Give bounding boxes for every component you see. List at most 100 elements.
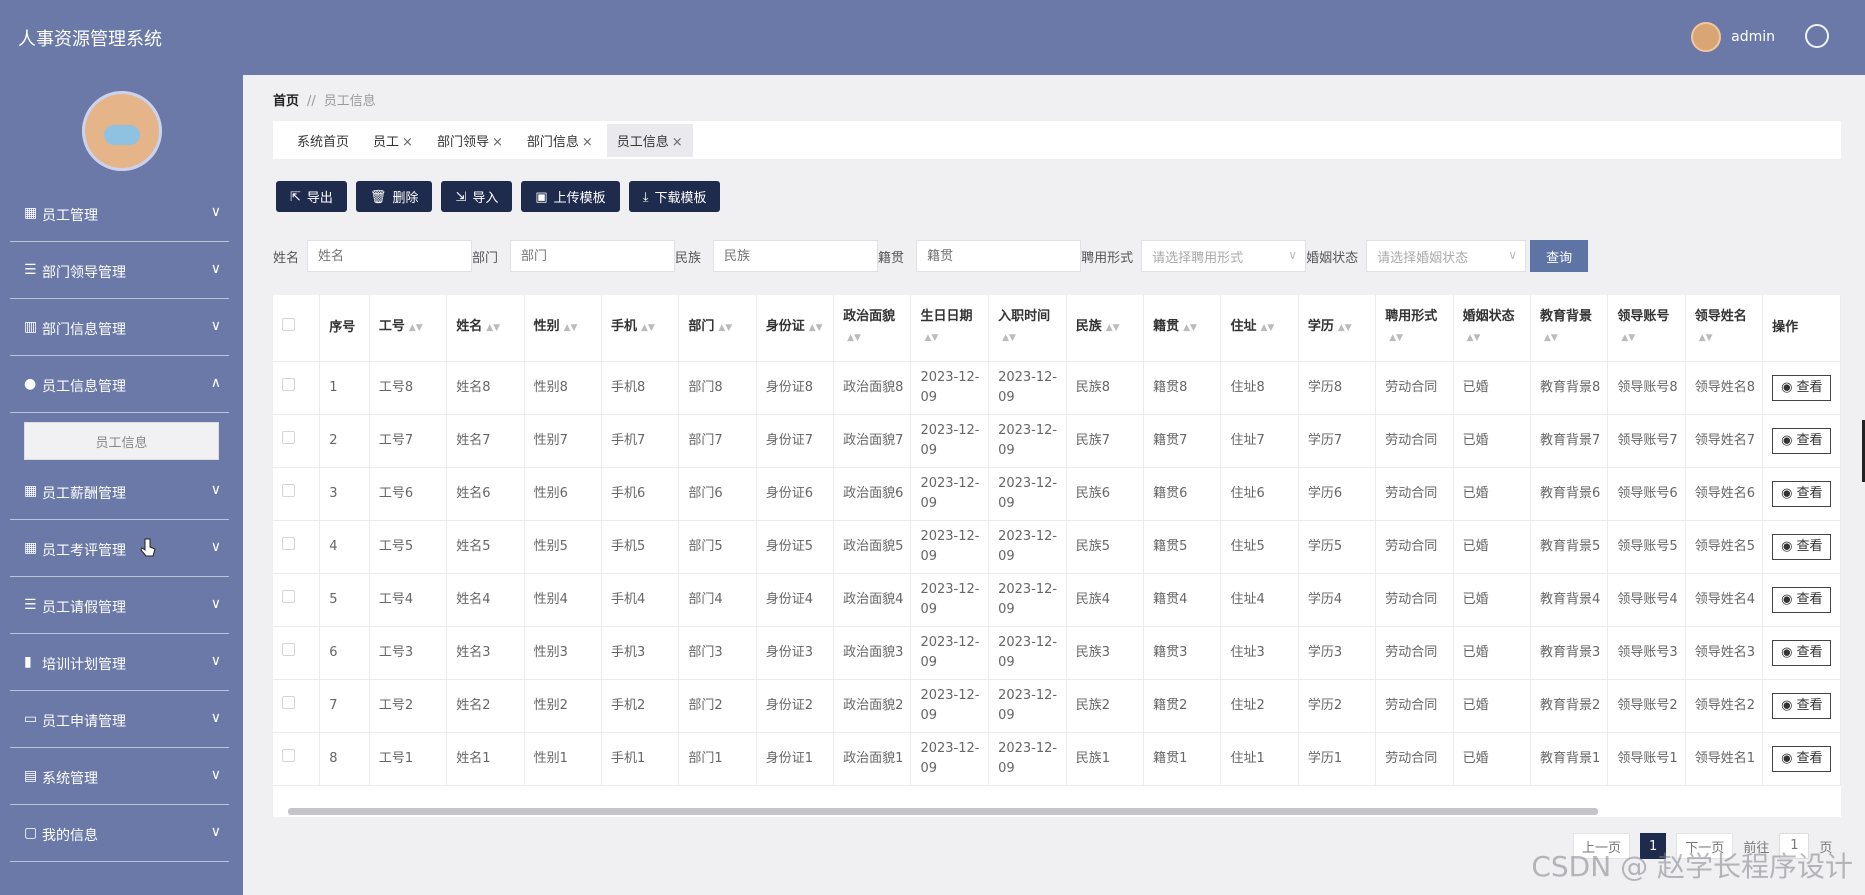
sidebar-item[interactable]: ● 员工信息管理 ∧ — [10, 356, 229, 413]
view-button[interactable]: ◉ 查看 — [1772, 533, 1832, 560]
column-header[interactable]: 序号 — [319, 295, 370, 362]
row-checkbox[interactable] — [282, 430, 295, 444]
sidebar-item[interactable]: ▦ 员工薪酬管理 ∨ — [10, 463, 229, 520]
scrollbar-thumb[interactable] — [288, 808, 1598, 815]
sort-icon[interactable]: ▲▼ — [1699, 333, 1713, 343]
sort-icon[interactable]: ▲▼ — [1467, 333, 1481, 343]
sort-icon[interactable]: ▲▼ — [564, 323, 578, 333]
row-checkbox[interactable] — [282, 377, 295, 391]
query-button[interactable]: 查询 — [1530, 240, 1589, 272]
table-row[interactable]: 6 工号3 姓名3 性别3 手机3 部门3 身份证3 政治面貌3 2023-12-09 2023-… — [273, 626, 1841, 680]
column-header[interactable]: 入职时间 ▲▼ — [988, 295, 1067, 362]
sort-icon[interactable]: ▲▼ — [1183, 323, 1197, 333]
row-checkbox[interactable] — [282, 483, 295, 497]
sidebar-subitem-employee-info[interactable]: 员工信息 — [24, 422, 219, 460]
column-header[interactable]: 生日日期 ▲▼ — [910, 295, 990, 362]
ethnic-input[interactable] — [713, 240, 879, 272]
tab[interactable]: 系统首页 — [287, 124, 359, 157]
column-header[interactable]: 领导姓名 ▲▼ — [1685, 295, 1764, 362]
close-icon[interactable]: × — [582, 135, 593, 150]
table-row[interactable]: 2 工号7 姓名7 性别7 手机7 部门7 身份证7 政治面貌7 2023-12-09 2023-… — [273, 414, 1841, 468]
column-header[interactable]: 工号 ▲▼ — [369, 295, 448, 362]
sidebar-item[interactable]: ▦ 员工考评管理 ∨ — [10, 520, 229, 577]
view-button[interactable]: ◉ 查看 — [1772, 480, 1832, 507]
delete-button[interactable]: 🗑 删除 — [355, 181, 433, 212]
upload-template-button[interactable]: ▣ 上传模板 — [521, 181, 620, 212]
row-checkbox[interactable] — [282, 748, 295, 762]
sort-icon[interactable]: ▲▼ — [1389, 333, 1403, 343]
sort-icon[interactable]: ▲▼ — [1260, 323, 1274, 333]
row-checkbox[interactable] — [282, 536, 295, 550]
dept-input[interactable] — [510, 240, 676, 272]
sort-icon[interactable]: ▲▼ — [409, 323, 423, 333]
marital-select[interactable]: 请选择婚姻状态 ∨ — [1366, 240, 1527, 272]
select-all-checkbox[interactable] — [282, 317, 295, 331]
close-icon[interactable]: × — [402, 135, 413, 150]
view-button[interactable]: ◉ 查看 — [1772, 427, 1832, 454]
column-header[interactable]: 政治面貌 ▲▼ — [833, 295, 912, 362]
sort-icon[interactable]: ▲▼ — [809, 323, 823, 333]
horizontal-scrollbar[interactable] — [273, 805, 1841, 817]
export-button[interactable]: ⇱ 导出 — [276, 181, 347, 212]
row-checkbox[interactable] — [282, 642, 295, 656]
breadcrumb-home[interactable]: 首页 — [273, 94, 299, 109]
column-header[interactable]: 民族 ▲▼ — [1066, 295, 1145, 362]
hire-select[interactable]: 请选择聘用形式 ∨ — [1141, 240, 1307, 272]
view-button[interactable]: ◉ 查看 — [1772, 586, 1832, 613]
sort-icon[interactable]: ▲▼ — [1621, 333, 1635, 343]
table-row[interactable]: 3 工号6 姓名6 性别6 手机6 部门6 身份证6 政治面貌6 2023-12-09 2023-… — [273, 467, 1841, 521]
column-header[interactable]: 教育背景 ▲▼ — [1530, 295, 1609, 362]
column-header[interactable]: 部门 ▲▼ — [678, 295, 757, 362]
view-button[interactable]: ◉ 查看 — [1772, 745, 1832, 772]
sort-icon[interactable]: ▲▼ — [1106, 323, 1120, 333]
column-header[interactable]: 聘用形式 ▲▼ — [1375, 295, 1454, 362]
sidebar-item[interactable]: ▢ 我的信息 ∨ — [10, 805, 229, 862]
sidebar-item[interactable]: ▭ 员工申请管理 ∨ — [10, 691, 229, 748]
sidebar-item[interactable]: ▤ 系统管理 ∨ — [10, 748, 229, 805]
column-header[interactable]: 籍贯 ▲▼ — [1143, 295, 1222, 362]
sort-icon[interactable]: ▲▼ — [924, 333, 938, 343]
row-checkbox[interactable] — [282, 589, 295, 603]
view-button[interactable]: ◉ 查看 — [1772, 374, 1832, 401]
column-header[interactable]: 手机 ▲▼ — [601, 295, 680, 362]
sort-icon[interactable]: ▲▼ — [718, 323, 732, 333]
column-header[interactable]: 身份证 ▲▼ — [756, 295, 835, 362]
native-input[interactable] — [916, 240, 1082, 272]
column-header[interactable]: 学历 ▲▼ — [1298, 295, 1377, 362]
tab[interactable]: 员工 × — [363, 124, 423, 157]
sort-icon[interactable]: ▲▼ — [1002, 333, 1016, 343]
tab[interactable]: 部门信息 × — [517, 124, 603, 157]
row-checkbox[interactable] — [282, 695, 295, 709]
name-input[interactable] — [307, 240, 473, 272]
tab[interactable]: 员工信息 × — [606, 123, 693, 157]
column-header[interactable]: 领导账号 ▲▼ — [1607, 295, 1686, 362]
sort-icon[interactable]: ▲▼ — [1338, 323, 1352, 333]
table-row[interactable]: 4 工号5 姓名5 性别5 手机5 部门5 身份证5 政治面貌5 2023-12-09 2023-… — [273, 520, 1841, 574]
sidebar-item[interactable]: ☰ 部门领导管理 ∨ — [10, 242, 229, 299]
close-icon[interactable]: × — [492, 135, 503, 150]
sort-icon[interactable]: ▲▼ — [1544, 333, 1558, 343]
table-row[interactable]: 7 工号2 姓名2 性别2 手机2 部门2 身份证2 政治面貌2 2023-12-09 2023-… — [273, 679, 1841, 733]
column-header[interactable]: 住址 ▲▼ — [1220, 295, 1299, 362]
view-button[interactable]: ◉ 查看 — [1772, 692, 1832, 719]
column-header[interactable]: 性别 ▲▼ — [524, 295, 602, 362]
table-row[interactable]: 8 工号1 姓名1 性别1 手机1 部门1 身份证1 政治面貌1 2023-12-09 2023-… — [273, 732, 1841, 786]
download-template-button[interactable]: ⤓ 下载模板 — [628, 181, 721, 212]
sidebar-item[interactable]: ▦ 员工管理 ∨ — [10, 185, 229, 242]
view-button[interactable]: ◉ 查看 — [1772, 639, 1832, 666]
sort-icon[interactable]: ▲▼ — [486, 323, 500, 333]
sort-icon[interactable]: ▲▼ — [641, 323, 655, 333]
column-header[interactable]: 姓名 ▲▼ — [446, 295, 525, 362]
sidebar-item[interactable]: ▮ 培训计划管理 ∨ — [10, 634, 229, 691]
user-menu[interactable]: admin — [1691, 22, 1775, 52]
sidebar-item[interactable]: ▥ 部门信息管理 ∨ — [10, 299, 229, 356]
table-row[interactable]: 5 工号4 姓名4 性别4 手机4 部门4 身份证4 政治面貌4 2023-12-09 2023-… — [273, 573, 1841, 627]
close-icon[interactable]: × — [672, 135, 683, 150]
column-header[interactable]: 婚姻状态 ▲▼ — [1453, 295, 1531, 362]
sort-icon[interactable]: ▲▼ — [847, 333, 861, 343]
sidebar-item[interactable]: ☰ 员工请假管理 ∨ — [10, 577, 229, 634]
import-button[interactable]: ⇲ 导入 — [441, 181, 513, 212]
table-row[interactable]: 1 工号8 姓名8 性别8 手机8 部门8 身份证8 政治面貌8 2023-12-09 2023-… — [273, 361, 1841, 415]
logout-icon[interactable] — [1805, 24, 1829, 48]
tab[interactable]: 部门领导 × — [427, 124, 513, 157]
